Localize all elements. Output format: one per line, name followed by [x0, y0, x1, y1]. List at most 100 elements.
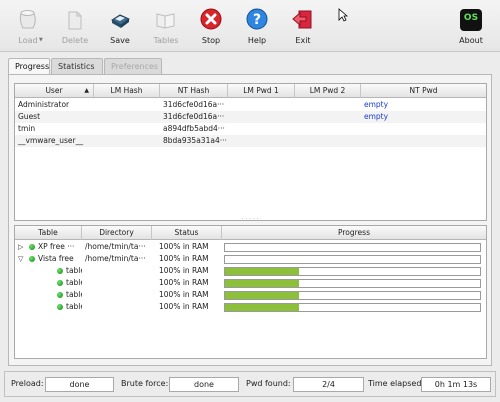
table-row[interactable]: __vmware_user__ 8bda935a31a4···	[15, 135, 486, 147]
table-row[interactable]: table2 100% in RAM	[15, 289, 486, 301]
progress-panel: User ▲ LM Hash NT Hash LM Pwd 1 LM Pwd 2…	[8, 74, 492, 366]
directory-cell	[82, 301, 152, 313]
col-lm-hash[interactable]: LM Hash	[94, 84, 160, 98]
progress-bar-fill	[225, 280, 299, 287]
col-lm-pwd1[interactable]: LM Pwd 1	[228, 84, 295, 98]
load-label: Load	[18, 36, 38, 45]
delete-button[interactable]: Delete	[53, 7, 97, 49]
lm-pwd2-cell	[295, 99, 361, 111]
preload-value: done	[45, 377, 114, 392]
pane-splitter[interactable]: · · · · ·	[13, 217, 487, 224]
directory-cell	[82, 265, 152, 277]
lm-pwd1-cell	[228, 99, 295, 111]
mouse-cursor-icon	[338, 8, 348, 22]
col-progress[interactable]: Progress	[222, 226, 486, 240]
nt-pwd-cell	[361, 123, 486, 135]
progress-bar	[224, 243, 481, 252]
ophcrack-logo-icon: OS	[460, 9, 482, 31]
stop-button[interactable]: Stop	[189, 7, 233, 49]
table-row[interactable]: Administrator 31d6cfe0d16a··· empty	[15, 99, 486, 111]
lm-hash-cell	[94, 111, 160, 123]
table-name-cell: XP free ···	[38, 242, 75, 251]
help-icon: ?	[246, 8, 268, 30]
col-nt-hash[interactable]: NT Hash	[160, 84, 228, 98]
chevron-down-icon: ▼	[39, 37, 43, 43]
nt-hash-cell: 31d6cfe0d16a···	[163, 100, 225, 109]
col-user[interactable]: User ▲	[15, 84, 94, 98]
exit-icon	[292, 10, 312, 29]
progress-bar	[224, 267, 481, 276]
load-icon	[19, 10, 36, 29]
time-elapsed-label: Time elapsed:	[368, 379, 425, 388]
status-cell: 100% in RAM	[159, 302, 209, 311]
nt-hash-cell: 31d6cfe0d16a···	[163, 112, 225, 121]
table-row[interactable]: ▽ Vista free/home/tmin/ta··· 100% in RAM	[15, 253, 486, 265]
tables-table[interactable]: Table Directory Status Progress ▷ XP free…	[14, 225, 487, 359]
col-table[interactable]: Table	[15, 226, 82, 240]
table-row[interactable]: table1 100% in RAM	[15, 277, 486, 289]
nt-pwd-cell: empty	[364, 112, 389, 121]
brute-force-value: done	[169, 377, 239, 392]
save-icon	[111, 14, 130, 28]
directory-cell: /home/tmin/ta···	[85, 242, 146, 251]
tables-table-header: Table Directory Status Progress	[15, 226, 486, 240]
table-row[interactable]: Guest 31d6cfe0d16a··· empty	[15, 111, 486, 123]
user-cell: tmin	[18, 124, 36, 133]
about-logo-text: OS	[463, 13, 479, 23]
status-cell: 100% in RAM	[159, 278, 209, 287]
help-button[interactable]: ? Help	[235, 7, 279, 49]
table-name-cell: table3	[66, 302, 82, 311]
svg-text:?: ?	[253, 12, 261, 28]
col-status[interactable]: Status	[152, 226, 222, 240]
table-row[interactable]: table3 100% in RAM	[15, 301, 486, 313]
table-row[interactable]: tmin a894dfb5abd4···	[15, 123, 486, 135]
progress-bar-fill	[225, 268, 299, 275]
tab-preferences[interactable]: Preferences	[104, 58, 162, 74]
tables-icon	[156, 13, 175, 29]
exit-button[interactable]: Exit	[281, 7, 325, 49]
user-cell: Administrator	[18, 100, 70, 109]
users-table[interactable]: User ▲ LM Hash NT Hash LM Pwd 1 LM Pwd 2…	[14, 83, 487, 221]
nt-hash-cell: a894dfb5abd4···	[163, 124, 225, 133]
pwd-found-value: 2/4	[293, 377, 364, 392]
delete-icon	[68, 11, 82, 30]
brute-force-label: Brute force:	[121, 379, 169, 388]
load-button[interactable]: Load ▼	[6, 7, 50, 49]
delete-label: Delete	[61, 36, 89, 45]
nt-hash-cell: 8bda935a31a4···	[163, 136, 227, 145]
save-label: Save	[110, 36, 130, 45]
help-label: Help	[247, 36, 267, 45]
sort-icon: ▲	[84, 87, 89, 94]
user-cell: Guest	[18, 112, 41, 121]
progress-bar	[224, 303, 481, 312]
progress-bar	[224, 291, 481, 300]
directory-cell	[82, 289, 152, 301]
lm-pwd1-cell	[228, 135, 295, 147]
lm-hash-cell	[94, 99, 160, 111]
directory-cell: /home/tmin/ta···	[85, 254, 146, 263]
lm-hash-cell	[94, 123, 160, 135]
collapse-arrow-icon[interactable]: ▽	[18, 253, 23, 265]
status-cell: 100% in RAM	[159, 254, 209, 263]
col-directory[interactable]: Directory	[82, 226, 152, 240]
expand-arrow-icon[interactable]: ▷	[18, 241, 23, 253]
time-elapsed-value: 0h 1m 13s	[421, 377, 491, 392]
users-table-header: User ▲ LM Hash NT Hash LM Pwd 1 LM Pwd 2…	[15, 84, 486, 98]
tables-button[interactable]: Tables	[144, 7, 188, 49]
col-nt-pwd[interactable]: NT Pwd	[361, 84, 486, 98]
tab-progress[interactable]: Progress	[8, 58, 50, 75]
table-row[interactable]: table0 100% in RAM	[15, 265, 486, 277]
table-row[interactable]: ▷ XP free ··· /home/tmin/ta··· 100% in RAM	[15, 241, 486, 253]
status-cell: 100% in RAM	[159, 290, 209, 299]
col-lm-pwd2[interactable]: LM Pwd 2	[295, 84, 361, 98]
nt-pwd-cell	[361, 135, 486, 147]
about-label: About	[459, 36, 483, 45]
exit-label: Exit	[295, 36, 311, 45]
save-button[interactable]: Save	[98, 7, 142, 49]
col-user-label: User	[45, 86, 63, 95]
about-button[interactable]: OS About	[449, 7, 493, 49]
status-bar: Preload: done Brute force: done Pwd foun…	[4, 371, 496, 397]
table-name-cell: table1	[66, 278, 82, 287]
stop-label: Stop	[201, 36, 221, 45]
tab-statistics[interactable]: Statistics	[51, 58, 103, 74]
